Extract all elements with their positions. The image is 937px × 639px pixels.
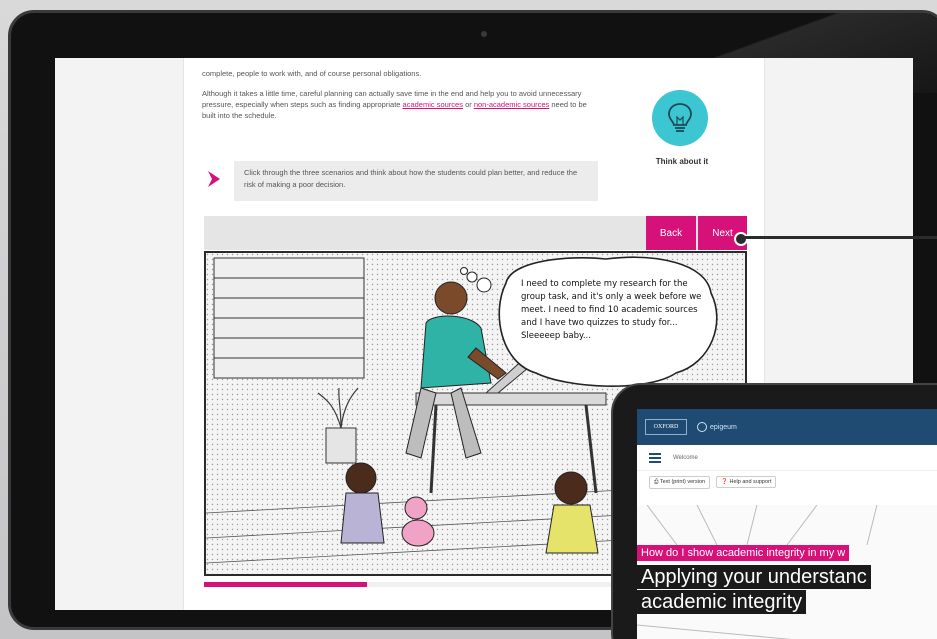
chevron-right-icon	[208, 171, 220, 187]
tablet-hero: How do I show academic integrity in my w…	[637, 505, 937, 639]
epigeum-ring-icon	[697, 422, 707, 432]
speech-bubble-text: I need to complete my research for the g…	[521, 279, 702, 341]
lightbulb-icon	[652, 90, 708, 146]
think-about-it-label: Think about it	[655, 157, 709, 166]
oxford-logo: OXFORD	[645, 419, 687, 435]
tablet-kicker: How do I show academic integrity in my w	[637, 545, 850, 561]
webcam	[481, 31, 487, 37]
hamburger-menu-icon[interactable]	[649, 452, 661, 463]
tablet-title-line2: academic integrity	[637, 590, 807, 614]
product-showcase: complete, people to work with, and of co…	[0, 0, 937, 639]
academic-sources-link[interactable]: academic sources	[403, 100, 463, 109]
instruction-callout: Click through the three scenarios and th…	[234, 161, 598, 201]
tablet-menu-bar: Welcome	[637, 445, 937, 471]
back-button[interactable]: Back	[646, 216, 696, 250]
callout-pointer-dot	[734, 232, 748, 246]
tablet-screen: OXFORD epigeum Welcome ⎙ Text (print) ve…	[637, 409, 937, 639]
menu-label: Welcome	[673, 454, 698, 461]
text-version-button[interactable]: ⎙ Text (print) version	[649, 475, 711, 489]
scenario-navbar: Back Next	[204, 216, 747, 250]
lesson-progress-fill	[204, 582, 367, 587]
non-academic-sources-link[interactable]: non-academic sources	[474, 100, 549, 109]
tablet-toolbar: ⎙ Text (print) version ❓ Help and suppor…	[637, 471, 937, 493]
help-support-button[interactable]: ❓ Help and support	[716, 476, 777, 488]
tablet-header: OXFORD epigeum	[637, 409, 937, 445]
callout-pointer-line	[737, 236, 937, 239]
tablet-device: OXFORD epigeum Welcome ⎙ Text (print) ve…	[611, 383, 937, 639]
planning-paragraph: Although it takes a little time, careful…	[202, 88, 602, 121]
intro-paragraph: complete, people to work with, and of co…	[202, 69, 422, 78]
epigeum-brand: epigeum	[697, 422, 737, 432]
brand-name: epigeum	[710, 423, 737, 431]
tablet-title-line1: Applying your understanc	[637, 565, 871, 589]
paragraph-text: or	[462, 100, 474, 109]
